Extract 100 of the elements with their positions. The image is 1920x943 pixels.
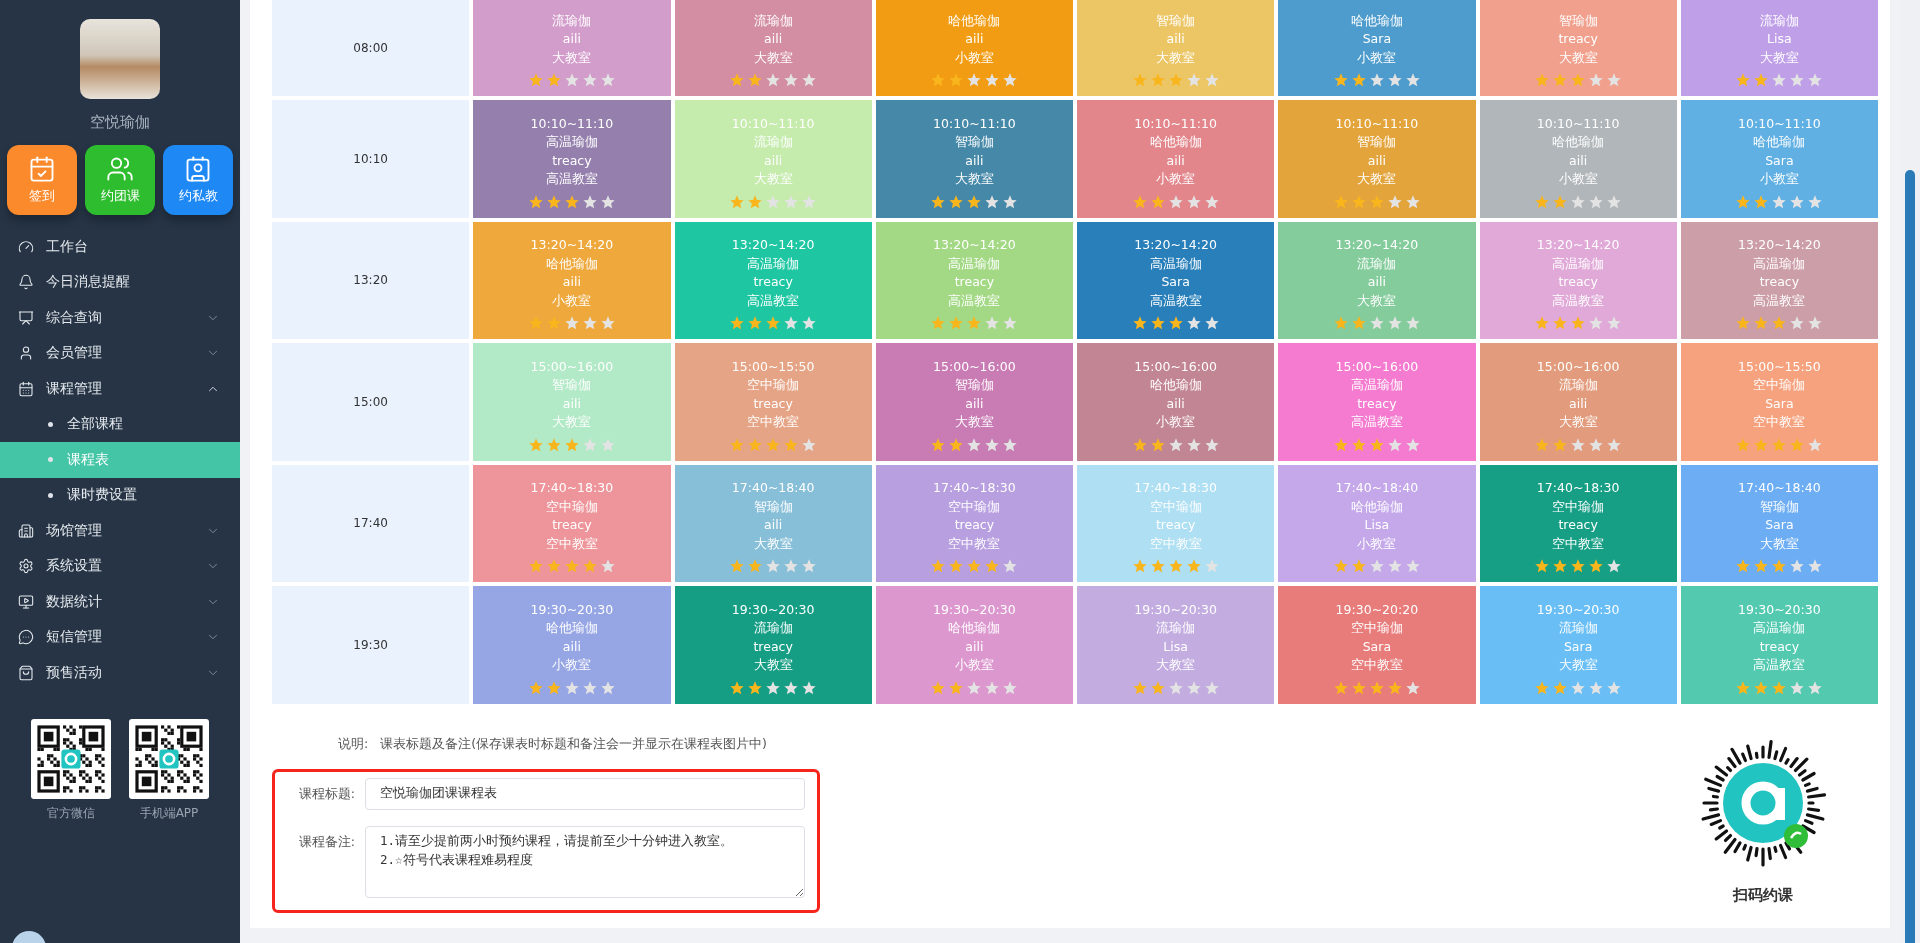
course-card[interactable]: 流瑜伽 Lisa 大教室: [1680, 0, 1878, 96]
star-icon: [1807, 315, 1824, 331]
course-card[interactable]: 10:10~11:10 哈他瑜伽 aili 小教室: [1479, 100, 1677, 218]
course-card[interactable]: 10:10~11:10 高温瑜伽 treacy 高温教室: [473, 100, 671, 218]
course-card[interactable]: 17:40~18:40 智瑜伽 Sara 大教室: [1680, 464, 1878, 582]
course-name: 空中瑜伽: [545, 497, 598, 516]
course-time: 10:10~11:10: [731, 114, 815, 133]
time-cell: 10:10: [272, 100, 470, 218]
course-card[interactable]: 13:20~14:20 高温瑜伽 treacy 高温教室: [1479, 221, 1677, 339]
course-card[interactable]: 15:00~16:00 高温瑜伽 treacy 高温教室: [1278, 343, 1476, 461]
star-icon: [747, 315, 764, 331]
menu-item[interactable]: 综合查询: [0, 300, 240, 336]
star-icon: [581, 558, 598, 574]
course-card[interactable]: 17:40~18:30 空中瑜伽 treacy 空中教室: [1479, 464, 1677, 582]
menu-item[interactable]: 会员管理: [0, 335, 240, 371]
room-name: 大教室: [1759, 48, 1799, 67]
course-card[interactable]: 17:40~18:30 空中瑜伽 treacy 空中教室: [875, 464, 1073, 582]
menu-item[interactable]: 场馆管理: [0, 513, 240, 549]
course-card[interactable]: 19:30~20:30 哈他瑜伽 aili 小教室: [473, 586, 671, 704]
room-name: 小教室: [1558, 170, 1598, 188]
teacher-name: treacy: [1558, 516, 1598, 534]
course-card[interactable]: 流瑜伽 aili 大教室: [674, 0, 872, 96]
star-icon: [1789, 315, 1806, 331]
teacher-name: treacy: [552, 516, 592, 534]
teacher-name: aili: [562, 273, 581, 291]
course-card[interactable]: 19:30~20:30 流瑜伽 Sara 大教室: [1479, 586, 1677, 704]
course-card[interactable]: 流瑜伽 aili 大教室: [473, 0, 671, 96]
calendar-icon: [18, 380, 34, 397]
room-name: 空中教室: [1350, 656, 1403, 674]
course-name: 空中瑜伽: [1350, 619, 1403, 637]
course-card[interactable]: 10:10~11:10 智瑜伽 aili 大教室: [1278, 100, 1476, 218]
course-card[interactable]: 15:00~16:00 智瑜伽 aili 大教室: [473, 343, 671, 461]
star-icon: [783, 72, 800, 88]
contact-card-icon: [184, 155, 212, 183]
qr-caption: 官方微信: [47, 804, 95, 822]
quick-action-button[interactable]: 约团课: [85, 145, 155, 215]
menu-item[interactable]: 今日消息提醒: [0, 264, 240, 300]
course-card[interactable]: 13:20~14:20 高温瑜伽 treacy 高温教室: [1680, 221, 1878, 339]
course-card[interactable]: 智瑜伽 treacy 大教室: [1479, 0, 1677, 96]
menu-item[interactable]: 短信管理: [0, 619, 240, 655]
star-icon: [1203, 558, 1220, 574]
star-icon: [984, 315, 1001, 331]
menu-item[interactable]: 系统设置: [0, 548, 240, 584]
room-name: 高温教室: [1149, 291, 1202, 310]
course-card[interactable]: 17:40~18:40 哈他瑜伽 Lisa 小教室: [1278, 464, 1476, 582]
course-card[interactable]: 19:30~20:30 哈他瑜伽 aili 小教室: [875, 586, 1073, 704]
menu-item[interactable]: 数据统计: [0, 584, 240, 620]
remark-textarea[interactable]: 1.请至少提前两小时预约课程，请提前至少十分钟进入教室。 2.☆符号代表课程难易程度: [365, 825, 805, 898]
course-card[interactable]: 15:00~15:50 空中瑜伽 treacy 空中教室: [674, 343, 872, 461]
course-card[interactable]: 19:30~20:30 流瑜伽 treacy 大教室: [674, 586, 872, 704]
course-card[interactable]: 10:10~11:10 智瑜伽 aili 大教室: [875, 100, 1073, 218]
course-card[interactable]: 13:20~14:20 高温瑜伽 Sara 高温教室: [1077, 221, 1275, 339]
course-time: 15:00~16:00: [1335, 357, 1419, 376]
course-card[interactable]: 哈他瑜伽 aili 小教室: [875, 0, 1073, 96]
teacher-name: Sara: [1362, 30, 1392, 48]
course-card[interactable]: 17:40~18:30 空中瑜伽 treacy 空中教室: [1077, 464, 1275, 582]
course-card[interactable]: 19:30~20:30 流瑜伽 Lisa 大教室: [1077, 586, 1275, 704]
star-icon: [1368, 72, 1385, 88]
bell-icon: [18, 274, 34, 291]
course-time: 10:10~11:10: [1738, 114, 1821, 133]
teacher-name: Lisa: [1767, 30, 1792, 48]
course-card[interactable]: 10:10~11:10 流瑜伽 aili 大教室: [674, 100, 872, 218]
submenu-item[interactable]: 课时费设置: [0, 477, 240, 513]
course-card[interactable]: 10:10~11:10 哈他瑜伽 aili 小教室: [1077, 100, 1275, 218]
room-name: 高温教室: [747, 291, 800, 310]
course-card[interactable]: 15:00~15:50 空中瑜伽 Sara 空中教室: [1680, 343, 1878, 461]
submenu-item[interactable]: 课程表: [0, 442, 240, 478]
quick-action-button[interactable]: 签到: [7, 145, 77, 215]
star-icon: [765, 315, 782, 331]
room-name: 大教室: [954, 170, 994, 188]
course-card[interactable]: 13:20~14:20 哈他瑜伽 aili 小教室: [473, 221, 671, 339]
star-icon: [1350, 558, 1367, 574]
course-card[interactable]: 15:00~16:00 智瑜伽 aili 大教室: [875, 343, 1073, 461]
star-icon: [563, 558, 580, 574]
menu-item[interactable]: 课程管理: [0, 371, 240, 407]
course-time: 17:40~18:30: [933, 479, 1016, 497]
course-card[interactable]: 13:20~14:20 流瑜伽 aili 大教室: [1278, 221, 1476, 339]
course-card[interactable]: 19:30~20:20 空中瑜伽 Sara 空中教室: [1278, 586, 1476, 704]
course-name: 哈他瑜伽: [1350, 11, 1403, 30]
course-card[interactable]: 智瑜伽 aili 大教室: [1077, 0, 1275, 96]
course-card[interactable]: 19:30~20:30 高温瑜伽 treacy 高温教室: [1680, 586, 1878, 704]
course-card[interactable]: 17:40~18:30 空中瑜伽 treacy 空中教室: [473, 464, 671, 582]
submenu-item[interactable]: 全部课程: [0, 406, 240, 442]
course-card[interactable]: 13:20~14:20 高温瑜伽 treacy 高温教室: [875, 221, 1073, 339]
teacher-name: aili: [764, 516, 783, 534]
title-input-field[interactable]: 空悦瑜伽团课课程表: [365, 777, 805, 810]
star-icon: [729, 72, 746, 88]
course-card[interactable]: 17:40~18:40 智瑜伽 aili 大教室: [674, 464, 872, 582]
star-icon: [1002, 315, 1019, 331]
course-card[interactable]: 15:00~16:00 流瑜伽 aili 大教室: [1479, 343, 1677, 461]
course-card[interactable]: 哈他瑜伽 Sara 小教室: [1278, 0, 1476, 96]
room-name: 大教室: [1357, 170, 1397, 188]
teacher-name: treacy: [1558, 273, 1598, 291]
quick-action-button[interactable]: 约私教: [163, 145, 233, 215]
course-name: 流瑜伽: [552, 11, 592, 30]
course-card[interactable]: 13:20~14:20 高温瑜伽 treacy 高温教室: [674, 221, 872, 339]
course-card[interactable]: 15:00~16:00 哈他瑜伽 aili 小教室: [1077, 343, 1275, 461]
course-card[interactable]: 10:10~11:10 哈他瑜伽 Sara 小教室: [1680, 100, 1878, 218]
menu-item[interactable]: 工作台: [0, 229, 240, 265]
menu-item[interactable]: 预售活动: [0, 655, 240, 691]
